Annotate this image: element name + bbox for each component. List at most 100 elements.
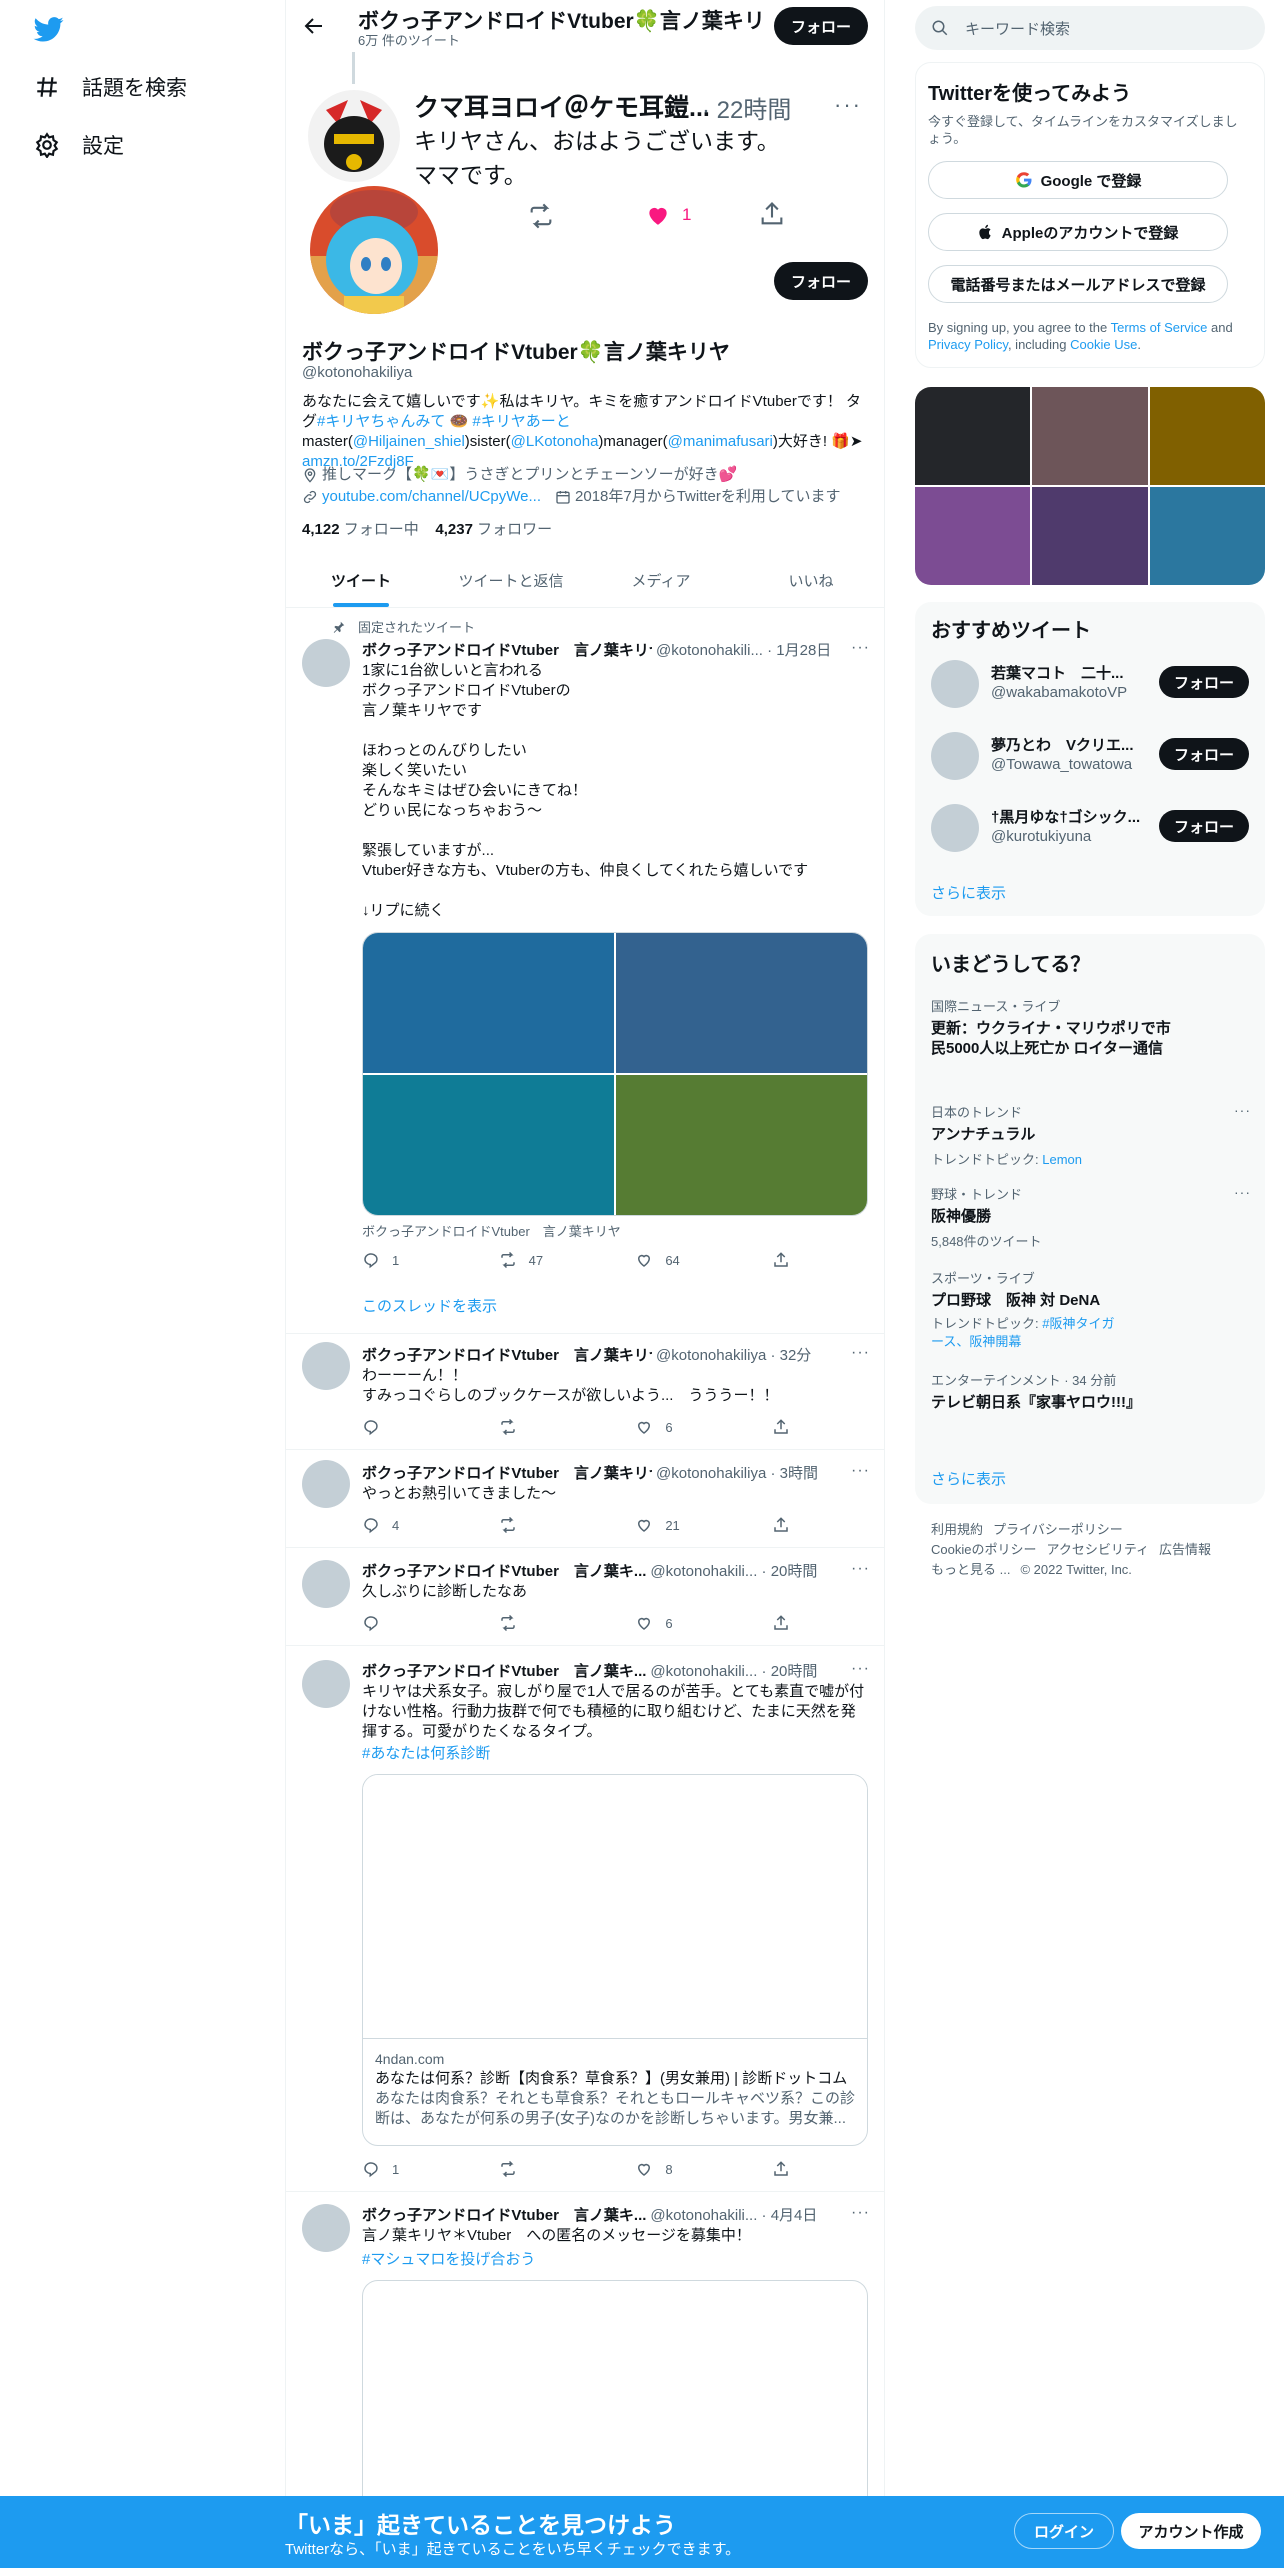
profile-follow-button[interactable]: フォロー	[774, 262, 868, 300]
tweet-avatar[interactable]	[302, 1342, 350, 1390]
media-thumbnail[interactable]	[915, 487, 1031, 585]
share-button[interactable]	[772, 2160, 792, 2178]
signup-button[interactable]: アカウント作成	[1121, 2513, 1261, 2549]
tweet-item[interactable]: ボクっ子アンドロイドVtuber 言ノ葉キリヤ @kotonohakiliya …	[286, 1334, 884, 1450]
trend-more-icon[interactable]: ···	[1234, 1184, 1251, 1200]
like-button[interactable]: 6	[635, 1614, 695, 1632]
retweet-icon[interactable]	[526, 202, 556, 230]
tweet-author[interactable]: ボクっ子アンドロイドVtuber 言ノ葉キ...	[362, 1560, 646, 1581]
tweet-more-icon[interactable]: ···	[851, 1560, 870, 1578]
recommended-user[interactable]: †黒月ゆな†ゴシック... @kurotukiyuna フォロー	[931, 798, 1251, 858]
retweet-button[interactable]	[499, 1516, 559, 1534]
tweet-item[interactable]: ボクっ子アンドロイドVtuber 言ノ葉キ... @kotonohakili..…	[286, 1646, 884, 2192]
nav-explore[interactable]: 話題を検索	[34, 72, 187, 102]
share-icon[interactable]	[758, 200, 786, 228]
avatar[interactable]	[931, 732, 979, 780]
reply-button[interactable]: 4	[362, 1516, 422, 1534]
tweet-hashtag-link[interactable]: #マシュマロを投げ合おう	[362, 2248, 535, 2269]
retweet-button[interactable]	[499, 2160, 559, 2178]
tweet-meta[interactable]: @kotonohakiliya · 32分	[656, 1344, 811, 1365]
follow-button[interactable]: フォロー	[1159, 738, 1249, 770]
tweet-item[interactable]: ボクっ子アンドロイドVtuber 言ノ葉キリヤ @kotonohakiliya …	[286, 1450, 884, 1548]
trend-more-icon[interactable]: ···	[1234, 1102, 1251, 1118]
tweet-avatar[interactable]	[302, 1660, 350, 1708]
footer-link[interactable]: 利用規約	[931, 1522, 983, 1537]
follow-button[interactable]: フォロー	[1159, 666, 1249, 698]
back-arrow-icon[interactable]	[302, 14, 326, 38]
trend-item[interactable]: エンターテインメント · 34 分前 テレビ朝日系『家事ヤロウ!!!』	[931, 1370, 1251, 1413]
tweet-avatar[interactable]	[302, 639, 350, 687]
like-button[interactable]: 8	[635, 2160, 695, 2178]
show-more-link[interactable]: さらに表示	[931, 882, 1006, 903]
twitter-logo-icon[interactable]	[32, 14, 66, 44]
media-image[interactable]	[616, 1075, 867, 1215]
tweet-more-icon[interactable]: ···	[851, 639, 870, 657]
tweet-more-icon[interactable]: ···	[851, 2204, 870, 2222]
cookie-use-link[interactable]: Cookie Use	[1070, 337, 1137, 352]
footer-link[interactable]: Cookieのポリシー	[931, 1542, 1036, 1557]
footer-link[interactable]: アクセシビリティ	[1046, 1542, 1149, 1557]
media-thumbnail[interactable]	[1149, 487, 1265, 585]
tweet-author[interactable]: ボクっ子アンドロイドVtuber 言ノ葉キ...	[362, 2204, 646, 2225]
tweet-meta[interactable]: @kotonohakili... · 20時間	[650, 1660, 817, 1681]
tweet-meta[interactable]: @kotonohakili... · 20時間	[650, 1560, 817, 1581]
media-thumbnail[interactable]	[1149, 387, 1265, 485]
overlay-tweet-time[interactable]: · 22時間	[702, 90, 791, 125]
tweet-meta[interactable]: @kotonohakiliya · 3時間	[656, 1462, 818, 1483]
search-input[interactable]: キーワード検索	[965, 18, 1070, 39]
avatar[interactable]	[931, 660, 979, 708]
trend-item[interactable]: 国際ニュース・ライブ 更新：ウクライナ・マリウポリで市民5000人以上死亡か ロ…	[931, 996, 1251, 1059]
share-button[interactable]	[772, 1614, 792, 1632]
avatar[interactable]	[931, 804, 979, 852]
overlay-more-icon[interactable]: ···	[834, 92, 862, 118]
terms-of-service-link[interactable]: Terms of Service	[1111, 320, 1208, 335]
tweet-meta[interactable]: @kotonohakili... · 4月4日	[650, 2204, 817, 2225]
share-button[interactable]	[772, 1516, 792, 1534]
follow-button[interactable]: フォロー	[1159, 810, 1249, 842]
login-button[interactable]: ログイン	[1014, 2513, 1114, 2549]
tweet-item[interactable]: 固定されたツイート ボクっ子アンドロイドVtuber 言ノ葉キリヤ @koton…	[286, 609, 884, 1334]
privacy-policy-link[interactable]: Privacy Policy	[928, 337, 1008, 352]
footer-link[interactable]: 広告情報	[1159, 1542, 1211, 1557]
trend-item[interactable]: 野球・トレンド 阪神優勝 5,848件のツイート ···	[931, 1184, 1251, 1250]
tweet-avatar[interactable]	[302, 1460, 350, 1508]
reply-button[interactable]	[362, 1418, 422, 1436]
trend-topic-link[interactable]: Lemon	[1042, 1152, 1082, 1167]
tweet-more-icon[interactable]: ···	[851, 1462, 870, 1480]
tweet-more-icon[interactable]: ···	[851, 1660, 870, 1678]
tweet-item[interactable]: ボクっ子アンドロイドVtuber 言ノ葉キ... @kotonohakili..…	[286, 1548, 884, 1646]
profile-avatar[interactable]	[306, 182, 442, 318]
tab-media[interactable]: メディア	[586, 554, 736, 607]
tab-tweets[interactable]: ツイート	[286, 554, 436, 607]
like-button[interactable]: 64	[635, 1251, 695, 1269]
tweet-avatar[interactable]	[302, 1560, 350, 1608]
media-thumbnail[interactable]	[915, 387, 1031, 485]
phone-email-signup-button[interactable]: 電話番号またはメールアドレスで登録	[928, 265, 1228, 303]
bio-hashtag-link[interactable]: #キリヤあーと	[472, 413, 570, 430]
followers-link[interactable]: 4,237 フォロワー	[435, 521, 552, 538]
footer-link[interactable]: プライバシーポリシー	[993, 1522, 1123, 1537]
overlay-tweet-author[interactable]: クマ耳ヨロイ＠ケモ耳鎧...	[414, 88, 710, 124]
tweet-hashtag-link[interactable]: #あなたは何系診断	[362, 1742, 490, 1763]
following-link[interactable]: 4,122 フォロー中	[302, 521, 419, 538]
bio-mention-link[interactable]: @manimafusari	[668, 433, 773, 450]
like-button[interactable]: 21	[635, 1516, 695, 1534]
media-image[interactable]	[363, 1075, 614, 1215]
overlay-tweet-avatar[interactable]	[308, 90, 400, 182]
link-card[interactable]: 4ndan.com あなたは何系？診断【肉食系？草食系？】(男女兼用) | 診断…	[362, 1774, 868, 2146]
tweet-author[interactable]: ボクっ子アンドロイドVtuber 言ノ葉キリヤ	[362, 1462, 652, 1483]
like-button[interactable]: 6	[635, 1418, 695, 1436]
share-button[interactable]	[772, 1251, 792, 1269]
recommended-user[interactable]: 夢乃とわ Vクリエ... @Towawa_towatowa フォロー	[931, 726, 1251, 786]
header-follow-button[interactable]: フォロー	[774, 7, 868, 45]
profile-website-link[interactable]: youtube.com/channel/UCpyWe...	[322, 486, 541, 508]
media-thumbnail[interactable]	[1032, 387, 1148, 485]
reply-button[interactable]	[362, 1614, 422, 1632]
apple-signup-button[interactable]: Appleのアカウントで登録	[928, 213, 1228, 251]
recommended-user[interactable]: 若葉マコト 二十... @wakabamakotoVP フォロー	[931, 654, 1251, 714]
reply-button[interactable]: 1	[362, 1251, 422, 1269]
show-thread-link[interactable]: このスレッドを表示	[362, 1295, 497, 1316]
bio-mention-link[interactable]: @LKotonoha	[511, 433, 599, 450]
share-button[interactable]	[772, 1418, 792, 1436]
tweet-author[interactable]: ボクっ子アンドロイドVtuber 言ノ葉キ...	[362, 1660, 646, 1681]
